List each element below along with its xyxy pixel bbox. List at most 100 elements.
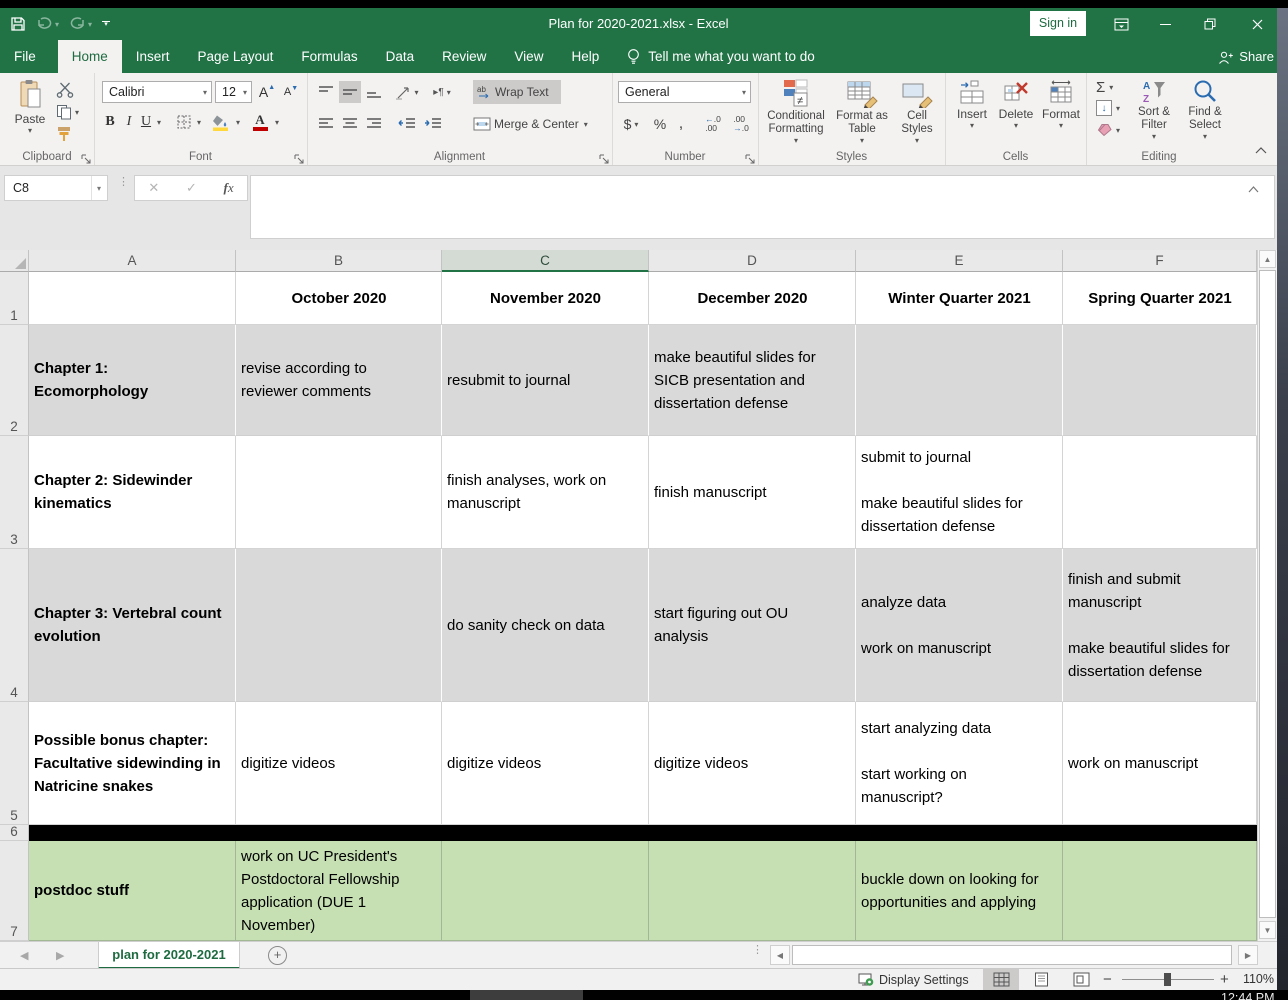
horizontal-scroll-thumb[interactable]	[792, 945, 1232, 965]
tab-home[interactable]: Home	[58, 40, 122, 73]
normal-view-icon[interactable]	[983, 969, 1019, 990]
name-box[interactable]: C8 ▾	[4, 175, 108, 201]
expand-formula-bar-icon[interactable]	[1248, 180, 1259, 198]
merge-center-button[interactable]: Merge & Center ▾	[473, 112, 601, 136]
collapse-ribbon-icon[interactable]	[1255, 141, 1267, 159]
tab-view[interactable]: View	[500, 40, 557, 73]
conditional-formatting-button[interactable]: ≠ Conditional Formatting ▾	[762, 78, 830, 145]
delete-cells-button[interactable]: Delete ▾	[995, 80, 1037, 130]
comma-style-icon[interactable]: ,	[674, 113, 688, 135]
cell-F7[interactable]	[1063, 841, 1257, 941]
cell-D5[interactable]: digitize videos	[649, 702, 856, 825]
cell-styles-button[interactable]: Cell Styles ▾	[894, 78, 940, 145]
cell-C2[interactable]: resubmit to journal	[442, 325, 649, 436]
align-bottom-icon[interactable]	[363, 81, 385, 103]
tab-help[interactable]: Help	[557, 40, 613, 73]
tab-formulas[interactable]: Formulas	[287, 40, 371, 73]
formula-input[interactable]	[250, 175, 1275, 239]
autosum-button[interactable]: Σ ▾	[1096, 79, 1113, 96]
insert-cells-button[interactable]: Insert ▾	[951, 80, 993, 130]
decrease-font-icon[interactable]: A▼	[280, 81, 302, 103]
insert-function-icon[interactable]: fx	[224, 180, 234, 196]
ribbon-display-options-icon[interactable]	[1104, 8, 1138, 40]
formula-bar-splitter[interactable]: ⋮	[118, 180, 129, 185]
select-all-corner[interactable]	[0, 250, 29, 272]
cell-A1[interactable]	[29, 272, 236, 325]
cell-D7[interactable]	[649, 841, 856, 941]
tab-page-layout[interactable]: Page Layout	[184, 40, 288, 73]
sign-in-button[interactable]: Sign in	[1030, 11, 1086, 36]
display-settings-button[interactable]: Display Settings	[858, 969, 969, 990]
restore-button[interactable]	[1193, 8, 1227, 40]
cell-E3[interactable]: submit to journal make beautiful slides …	[856, 436, 1063, 549]
cell-D4[interactable]: start figuring out OU analysis	[649, 549, 856, 702]
underline-caret[interactable]: ▾	[154, 111, 164, 133]
cell-A4[interactable]: Chapter 3: Vertebral count evolution	[29, 549, 236, 702]
cell-E4[interactable]: analyze data work on manuscript	[856, 549, 1063, 702]
cell-F3[interactable]	[1063, 436, 1257, 549]
cell-D6[interactable]	[649, 825, 856, 841]
borders-caret[interactable]: ▾	[194, 111, 204, 133]
number-format-select[interactable]: General▾	[618, 81, 751, 103]
borders-icon[interactable]	[174, 111, 194, 133]
zoom-level[interactable]: 110%	[1236, 969, 1274, 990]
sort-filter-button[interactable]: AZ Sort & Filter ▾	[1130, 78, 1178, 141]
column-header-E[interactable]: E	[856, 250, 1063, 272]
cut-button[interactable]	[56, 82, 74, 98]
font-dialog-launcher-icon[interactable]	[294, 151, 304, 161]
close-icon[interactable]	[1240, 8, 1274, 40]
cell-B2[interactable]: revise according to reviewer comments	[236, 325, 442, 436]
cell-C1[interactable]: November 2020	[442, 272, 649, 325]
clipboard-dialog-launcher-icon[interactable]	[81, 151, 91, 161]
increase-indent-icon[interactable]	[421, 113, 445, 135]
scroll-left-icon[interactable]: ◀	[770, 945, 790, 965]
name-box-caret[interactable]: ▾	[91, 176, 107, 200]
cell-A3[interactable]: Chapter 2: Sidewinder kinematics	[29, 436, 236, 549]
increase-decimal-icon[interactable]: ←.0 .00	[700, 113, 726, 135]
row-header-3[interactable]: 3	[0, 436, 29, 549]
format-painter-button[interactable]	[56, 126, 73, 142]
cell-B7[interactable]: work on UC President's Postdoctoral Fell…	[236, 841, 442, 941]
cell-C7[interactable]	[442, 841, 649, 941]
cell-E1[interactable]: Winter Quarter 2021	[856, 272, 1063, 325]
increase-font-icon[interactable]: A▲	[256, 81, 278, 103]
row-header-7[interactable]: 7	[0, 841, 29, 941]
fill-button[interactable]: ↓ ▾	[1096, 100, 1120, 116]
cell-B5[interactable]: digitize videos	[236, 702, 442, 825]
cell-A5[interactable]: Possible bonus chapter: Facultative side…	[29, 702, 236, 825]
alignment-dialog-launcher-icon[interactable]	[599, 151, 609, 161]
decrease-decimal-icon[interactable]: .00 →.0	[728, 113, 754, 135]
tab-review[interactable]: Review	[428, 40, 500, 73]
column-header-C[interactable]: C	[442, 250, 649, 272]
cell-A2[interactable]: Chapter 1: Ecomorphology	[29, 325, 236, 436]
font-color-caret[interactable]: ▾	[272, 111, 282, 133]
cell-A6[interactable]	[29, 825, 236, 841]
zoom-slider-thumb[interactable]	[1164, 973, 1171, 986]
number-dialog-launcher-icon[interactable]	[745, 151, 755, 161]
cell-B1[interactable]: October 2020	[236, 272, 442, 325]
align-left-icon[interactable]	[315, 113, 337, 135]
row-header-5[interactable]: 5	[0, 702, 29, 825]
wrap-text-button[interactable]: ab Wrap Text	[473, 80, 561, 104]
cell-E7[interactable]: buckle down on looking for opportunities…	[856, 841, 1063, 941]
underline-button[interactable]: U	[139, 111, 153, 133]
cell-F6[interactable]	[1063, 825, 1257, 841]
clear-button[interactable]: ▾	[1096, 121, 1120, 139]
cell-D1[interactable]: December 2020	[649, 272, 856, 325]
page-break-preview-icon[interactable]	[1063, 969, 1099, 990]
column-header-B[interactable]: B	[236, 250, 442, 272]
cell-F5[interactable]: work on manuscript	[1063, 702, 1257, 825]
tab-insert[interactable]: Insert	[122, 40, 184, 73]
cell-D2[interactable]: make beautiful slides for SICB presentat…	[649, 325, 856, 436]
new-sheet-icon[interactable]: +	[268, 946, 287, 965]
cell-E2[interactable]	[856, 325, 1063, 436]
fill-color-caret[interactable]: ▾	[233, 111, 243, 133]
cancel-icon[interactable]: ✕	[148, 180, 159, 196]
zoom-in-icon[interactable]: +	[1220, 969, 1229, 990]
sheet-nav-next-icon[interactable]: ▶	[56, 949, 64, 962]
cell-E6[interactable]	[856, 825, 1063, 841]
cell-D3[interactable]: finish manuscript	[649, 436, 856, 549]
column-header-D[interactable]: D	[649, 250, 856, 272]
text-direction-icon[interactable]: ▸¶▾	[429, 81, 455, 103]
cell-A7[interactable]: postdoc stuff	[29, 841, 236, 941]
